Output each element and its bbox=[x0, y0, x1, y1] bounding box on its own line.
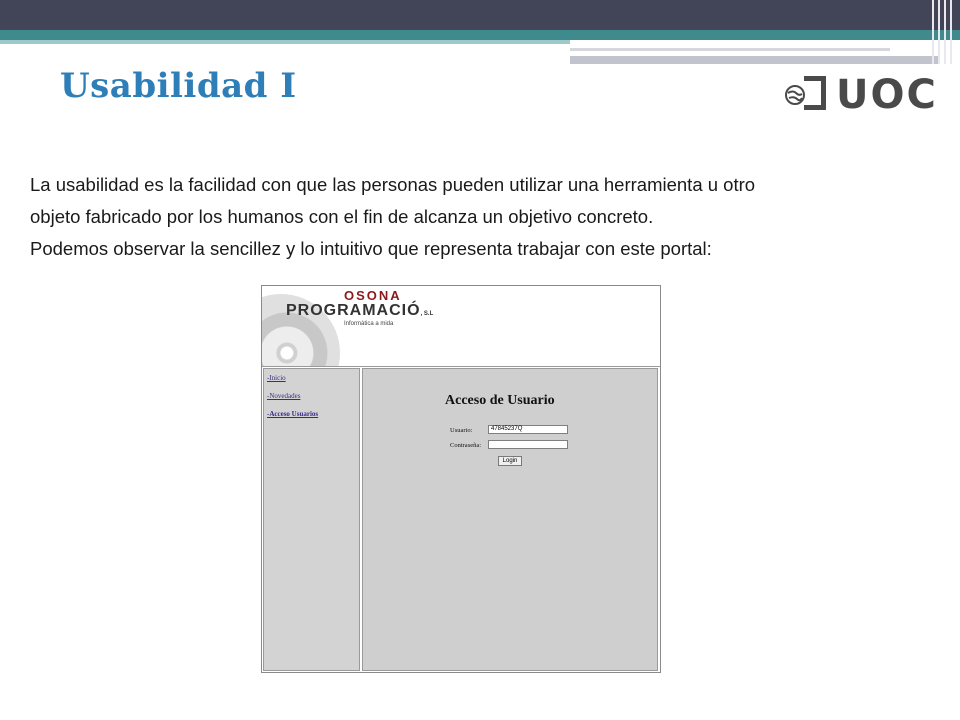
portal-brand-tagline: Informàtica a mida bbox=[344, 321, 394, 327]
body-paragraph-line-2: objeto fabricado por los humanos con el … bbox=[30, 206, 654, 227]
grey-decorative-bar bbox=[570, 56, 940, 64]
portal-brand-line2: PROGRAMACIÓ, S.L bbox=[286, 302, 433, 320]
portal-sidebar: -Inicio -Novedades -Acceso Usuarios bbox=[263, 368, 360, 671]
password-input[interactable] bbox=[488, 440, 568, 449]
portal-login-panel: Acceso de Usuario Usuario: 47845237Q Con… bbox=[362, 368, 658, 671]
sidebar-item-acceso-usuarios[interactable]: -Acceso Usuarios bbox=[267, 410, 318, 418]
logo-bracket bbox=[804, 76, 826, 110]
slide-title: Usabilidad I bbox=[60, 66, 297, 106]
grey-decorative-line bbox=[570, 48, 890, 51]
body-paragraph-line-1: La usabilidad es la facilidad con que la… bbox=[30, 174, 756, 195]
teal-decorative-bar bbox=[0, 30, 960, 40]
login-title: Acceso de Usuario bbox=[445, 393, 555, 408]
top-decorative-bar bbox=[0, 0, 960, 30]
portal-brand-name: PROGRAMACIÓ bbox=[286, 302, 421, 319]
light-teal-decorative-bar bbox=[0, 40, 570, 44]
login-button[interactable]: Login bbox=[498, 456, 522, 466]
logo-wordmark: UOC bbox=[836, 72, 938, 118]
sidebar-item-inicio[interactable]: -Inicio bbox=[267, 374, 286, 382]
sidebar-item-novedades[interactable]: -Novedades bbox=[267, 392, 300, 400]
portal-screenshot: OSONA PROGRAMACIÓ, S.L Informàtica a mid… bbox=[261, 285, 661, 673]
portal-brand-suffix: , S.L bbox=[420, 311, 434, 317]
portal-header: OSONA PROGRAMACIÓ, S.L Informàtica a mid… bbox=[262, 286, 660, 367]
body-paragraph-line-3: Podemos observar la sencillez y lo intui… bbox=[30, 238, 712, 259]
user-label: Usuario: bbox=[450, 427, 473, 434]
vertical-decorative-lines bbox=[928, 0, 960, 64]
portal-brand-line1: OSONA bbox=[344, 288, 402, 303]
globe-icon bbox=[785, 85, 805, 105]
uoc-logo: UOC bbox=[776, 70, 936, 122]
user-input[interactable]: 47845237Q bbox=[488, 425, 568, 434]
password-label: Contraseña: bbox=[450, 442, 482, 449]
